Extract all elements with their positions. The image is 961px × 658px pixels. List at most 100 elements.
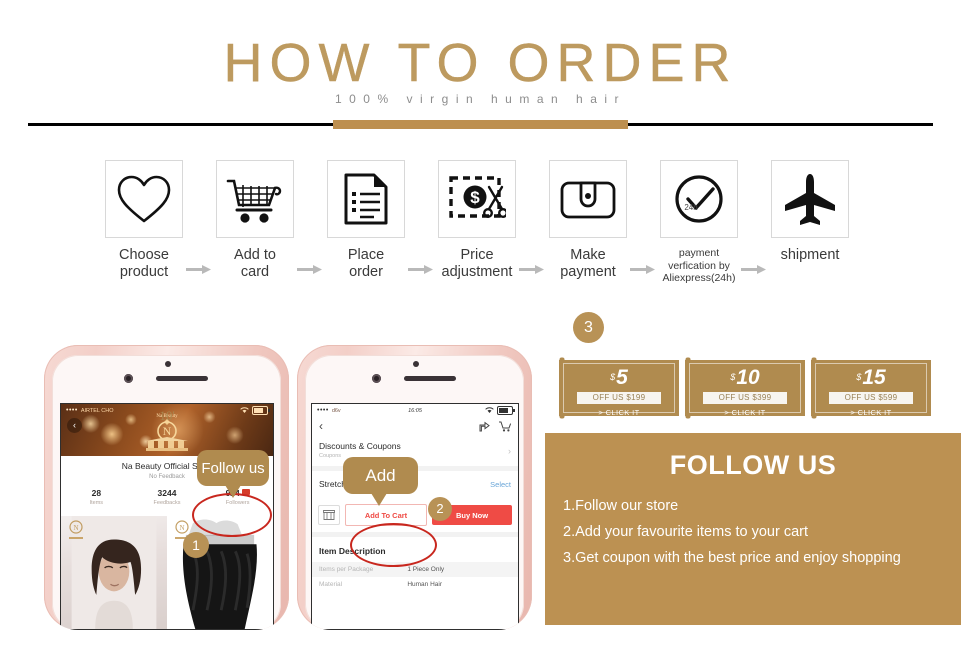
stat-caption: Feedbacks [153,500,181,506]
step-arrow [741,264,767,275]
carrier-label: AIRTEL CHO [80,407,114,414]
svg-text:$: $ [470,188,480,207]
coupon-card[interactable]: $10 OFF US $399 > CLICK IT [685,355,805,421]
status-bar: •••• d6v 16:05 [312,404,518,417]
nav-icons [479,421,511,432]
share-icon[interactable] [479,421,490,432]
product-thumb-wig[interactable]: N [61,516,167,629]
back-button[interactable]: ‹ [319,419,323,433]
step-label: shipment [780,247,840,263]
step-label: Make payment [560,247,616,280]
currency-symbol: $ [730,372,736,382]
how-to-order-infographic: HOW TO ORDER 100% virgin human hair Choo… [0,0,961,658]
steps-row: Choose product Add to card Place order $… [0,160,961,295]
step-payment-verification: 24h payment verfication by Aliexpress(24… [653,160,745,285]
row-title: Discounts & Coupons [319,441,401,451]
chevron-right-icon: › [508,446,511,456]
callout-label: Add [365,465,396,485]
row-value: 1 Piece Only [407,566,445,573]
coupon-click-label[interactable]: > CLICK IT [559,408,679,417]
wifi-icon [240,407,249,413]
cart-icon[interactable] [499,421,511,432]
step-add-to-card: Add to card [209,160,301,281]
currency-symbol: $ [856,372,862,382]
follow-us-panel: FOLLOW US 1.Follow our store 2.Add your … [545,433,961,625]
coupon-click-label[interactable]: > CLICK IT [811,408,931,417]
svg-text:N: N [73,524,78,532]
select-link[interactable]: Select [490,480,511,489]
callout-label: Follow us [201,459,265,477]
follow-step: 1.Follow our store [563,498,679,514]
currency-symbol: $ [610,372,616,382]
stat-value: 3244 [157,488,177,498]
row-key: Material [319,581,343,588]
coupon-card[interactable]: $5 OFF US $199 > CLICK IT [559,355,679,421]
action-button-row: Add To Cart Buy Now [312,504,518,526]
step-label: Choose product [119,247,169,280]
description-table: Items per Package 1 Piece Only Material … [312,562,518,592]
step-price-adjustment: $ Price adjustment [431,160,523,281]
svg-text:N: N [163,424,172,438]
phone-sensor [165,361,171,367]
phone-speaker [156,376,208,381]
clock-24h-text: 24h [684,203,697,212]
page-title: HOW TO ORDER [223,33,738,93]
stat-items: 28 Items [61,488,132,506]
airplane-icon [785,174,835,225]
header: HOW TO ORDER 100% virgin human hair [0,0,961,130]
follow-step: 3.Get coupon with the best price and enj… [563,550,901,566]
watermark-logo-icon: N [69,520,83,539]
phone-screen-product: •••• d6v 16:05 ‹ Discounts & Coupons Cou… [311,403,519,630]
step-label: Place order [347,247,385,280]
coupon-card[interactable]: $15 OFF US $599 > CLICK IT [811,355,931,421]
svg-text:N: N [179,524,184,532]
coupon-amount: $5 [610,366,628,389]
store-button[interactable] [318,505,340,525]
stat-feedbacks: 3244 Feedbacks [132,488,203,506]
callout-add: Add [343,457,418,506]
stat-caption: Items [89,500,104,506]
step-place-order: Place order [320,160,412,281]
step-badge-1: 1 [183,532,209,558]
step-icon-box: 24h [660,160,738,238]
step-badge-3: 3 [573,312,604,343]
clock-check-icon: 24h [675,175,723,223]
callout-follow-us: Follow us [197,450,269,498]
heart-icon [117,175,171,223]
follow-us-steps: 1.Follow our store 2.Add your favourite … [563,493,947,571]
follow-us-title: FOLLOW US [669,450,837,480]
table-row: Items per Package 1 Piece Only [312,562,518,577]
highlight-ellipse-followers [192,493,272,537]
phone-mockup-store: •••• AIRTEL CHO ‹ Na Beauty N Na Beauty … [44,345,289,630]
step-icon-box [105,160,183,238]
document-icon [344,173,388,225]
coupon-condition: OFF US $399 [703,392,787,404]
phone-camera [124,374,133,383]
stat-value: 28 [91,488,102,498]
status-right [240,406,270,415]
table-row: Material Human Hair [312,577,518,592]
product-length-label: 10' [159,408,175,423]
step-make-payment: Make payment [542,160,634,281]
step-badge-2: 2 [428,497,452,521]
battery-icon [497,406,515,415]
coupon-condition: OFF US $599 [829,392,913,404]
back-button[interactable]: ‹ [67,418,82,433]
store-icon [323,510,335,520]
price-cut-icon: $ [449,176,506,219]
step-label: Price adjustment [441,247,513,280]
step-icon-box [771,160,849,238]
coupon-amount: $10 [730,366,760,389]
page-subtitle: 100% virgin human hair [334,92,627,106]
shopping-cart-icon [226,179,282,223]
nav-bar: ‹ [312,417,518,435]
step-icon-box [549,160,627,238]
battery-icon [252,406,270,415]
highlight-ellipse-add-to-cart [350,523,437,567]
step-label: Add to card [234,247,276,280]
step-shipment: shipment [764,160,856,264]
phone-sensor [413,361,419,367]
coupon-click-label[interactable]: > CLICK IT [685,408,805,417]
phone-speaker [404,376,456,381]
wallet-icon [560,181,616,219]
